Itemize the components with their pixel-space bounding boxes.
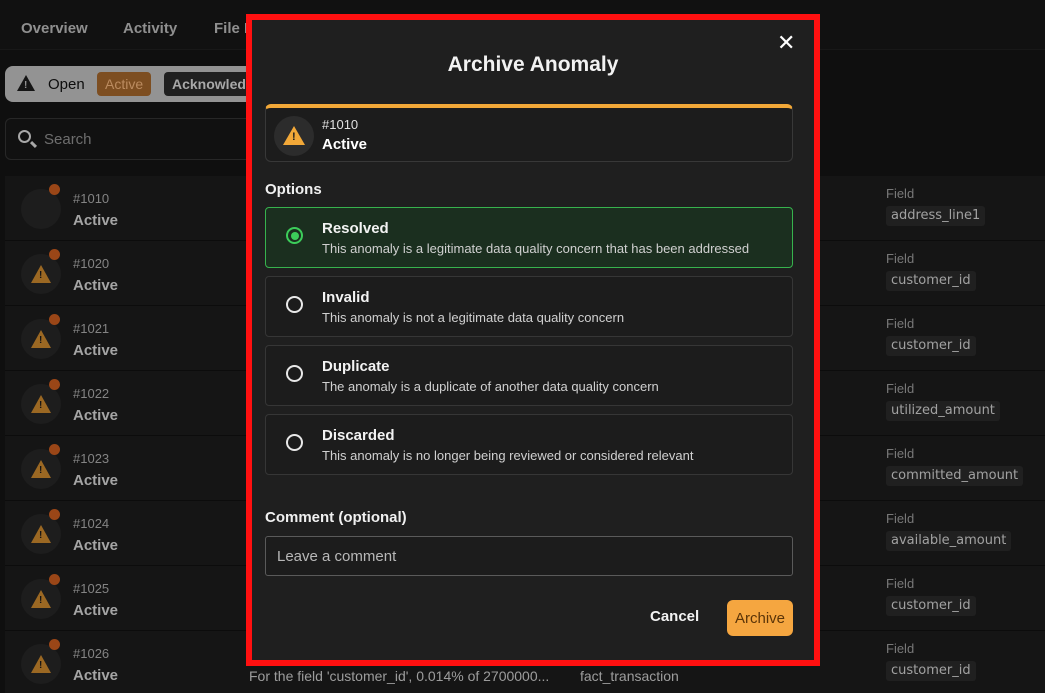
anomaly-avatar: ! xyxy=(274,116,314,156)
anomaly-id: #1010 xyxy=(322,117,359,132)
option-description: This anomaly is a legitimate data qualit… xyxy=(322,241,750,256)
option-discarded[interactable]: Discarded This anomaly is no longer bein… xyxy=(265,414,793,475)
option-name: Duplicate xyxy=(322,358,390,375)
radio-button[interactable] xyxy=(286,296,303,313)
archive-anomaly-dialog: ✕ Archive Anomaly ! #1010 Active Options… xyxy=(252,20,814,660)
radio-button[interactable] xyxy=(286,365,303,382)
radio-button[interactable] xyxy=(286,227,303,244)
radio-button[interactable] xyxy=(286,434,303,451)
option-name: Invalid xyxy=(322,289,370,306)
cancel-button[interactable]: Cancel xyxy=(650,608,699,625)
option-name: Resolved xyxy=(322,220,389,237)
warning-icon: ! xyxy=(283,126,305,145)
option-invalid[interactable]: Invalid This anomaly is not a legitimate… xyxy=(265,276,793,337)
archive-button[interactable]: Archive xyxy=(727,600,793,636)
option-description: This anomaly is not a legitimate data qu… xyxy=(322,310,625,325)
comment-input[interactable] xyxy=(265,536,793,576)
option-resolved[interactable]: Resolved This anomaly is a legitimate da… xyxy=(265,207,793,268)
dialog-title: Archive Anomaly xyxy=(447,53,619,76)
option-description: This anomaly is no longer being reviewed… xyxy=(322,448,694,463)
option-description: The anomaly is a duplicate of another da… xyxy=(322,379,659,394)
options-heading: Options xyxy=(265,181,322,198)
comment-label: Comment (optional) xyxy=(265,509,407,526)
option-duplicate[interactable]: Duplicate The anomaly is a duplicate of … xyxy=(265,345,793,406)
option-name: Discarded xyxy=(322,427,395,444)
anomaly-status: Active xyxy=(322,136,368,153)
anomaly-summary-card: ! #1010 Active xyxy=(265,104,793,162)
